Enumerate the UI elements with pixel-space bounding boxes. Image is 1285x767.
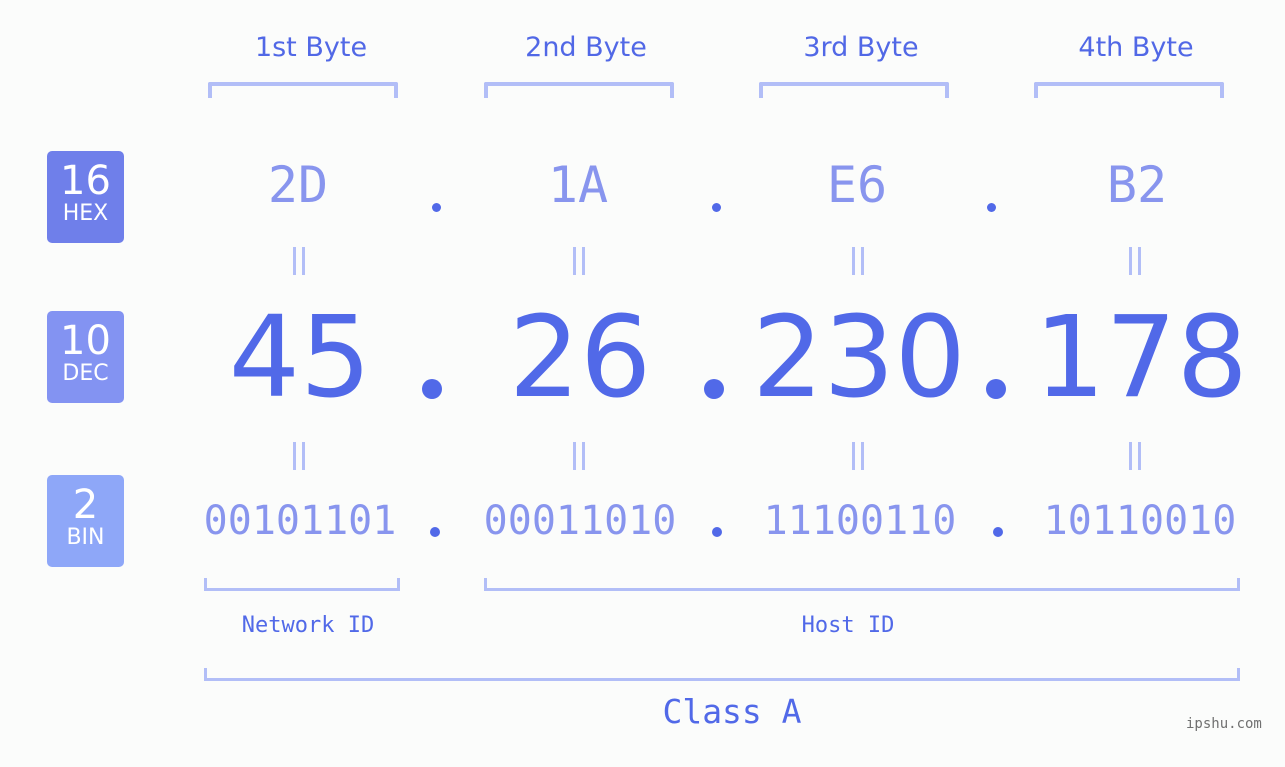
equals-icon — [1127, 442, 1143, 470]
bin-badge: 2 BIN — [47, 475, 124, 567]
equals-icon — [571, 442, 587, 470]
dec-dot-2 — [704, 379, 724, 399]
bin-badge-number: 2 — [72, 482, 99, 528]
byte-bracket-4 — [1034, 82, 1224, 98]
byte-label-3: 3rd Byte — [803, 32, 919, 63]
hex-value-4: B2 — [1106, 156, 1168, 214]
dec-dot-3 — [986, 379, 1006, 399]
bin-value-1: 00101101 — [203, 498, 397, 544]
watermark: ipshu.com — [1186, 716, 1262, 732]
class-bracket — [204, 668, 1240, 681]
host-id-bracket — [484, 578, 1240, 591]
byte-label-1: 1st Byte — [254, 32, 368, 63]
network-id-label: Network ID — [241, 613, 375, 638]
hex-dot-3 — [987, 203, 996, 212]
bin-value-4: 10110010 — [1043, 498, 1237, 544]
dec-badge-label: DEC — [62, 361, 109, 386]
hex-value-1: 2D — [267, 156, 329, 214]
hex-badge-number: 16 — [60, 158, 111, 204]
bin-value-2: 00011010 — [483, 498, 677, 544]
host-id-label: Host ID — [801, 613, 895, 638]
byte-label-4: 4th Byte — [1078, 32, 1194, 63]
dec-badge: 10 DEC — [47, 311, 124, 403]
equals-icon — [850, 442, 866, 470]
hex-badge: 16 HEX — [47, 151, 124, 243]
equals-icon — [291, 247, 307, 275]
dec-badge-number: 10 — [60, 318, 111, 364]
hex-dot-1 — [432, 203, 441, 212]
equals-icon — [291, 442, 307, 470]
byte-bracket-3 — [759, 82, 949, 98]
bin-badge-label: BIN — [66, 525, 105, 550]
class-label: Class A — [662, 692, 802, 731]
dec-dot-1 — [422, 379, 442, 399]
equals-icon — [571, 247, 587, 275]
bin-dot-3 — [993, 527, 1003, 537]
hex-badge-label: HEX — [62, 201, 109, 226]
byte-bracket-1 — [208, 82, 398, 98]
byte-label-2: 2nd Byte — [525, 32, 647, 63]
bin-dot-2 — [712, 527, 722, 537]
hex-value-3: E6 — [826, 156, 888, 214]
hex-value-2: 1A — [547, 156, 609, 214]
network-id-bracket — [204, 578, 400, 591]
hex-dot-2 — [712, 203, 721, 212]
dec-value-4: 178 — [1034, 293, 1248, 423]
bin-dot-1 — [430, 527, 440, 537]
equals-icon — [850, 247, 866, 275]
equals-icon — [1127, 247, 1143, 275]
dec-value-1: 45 — [228, 293, 372, 423]
dec-value-3: 230 — [752, 293, 966, 423]
bin-value-3: 11100110 — [763, 498, 957, 544]
dec-value-2: 26 — [508, 293, 652, 423]
byte-bracket-2 — [484, 82, 674, 98]
